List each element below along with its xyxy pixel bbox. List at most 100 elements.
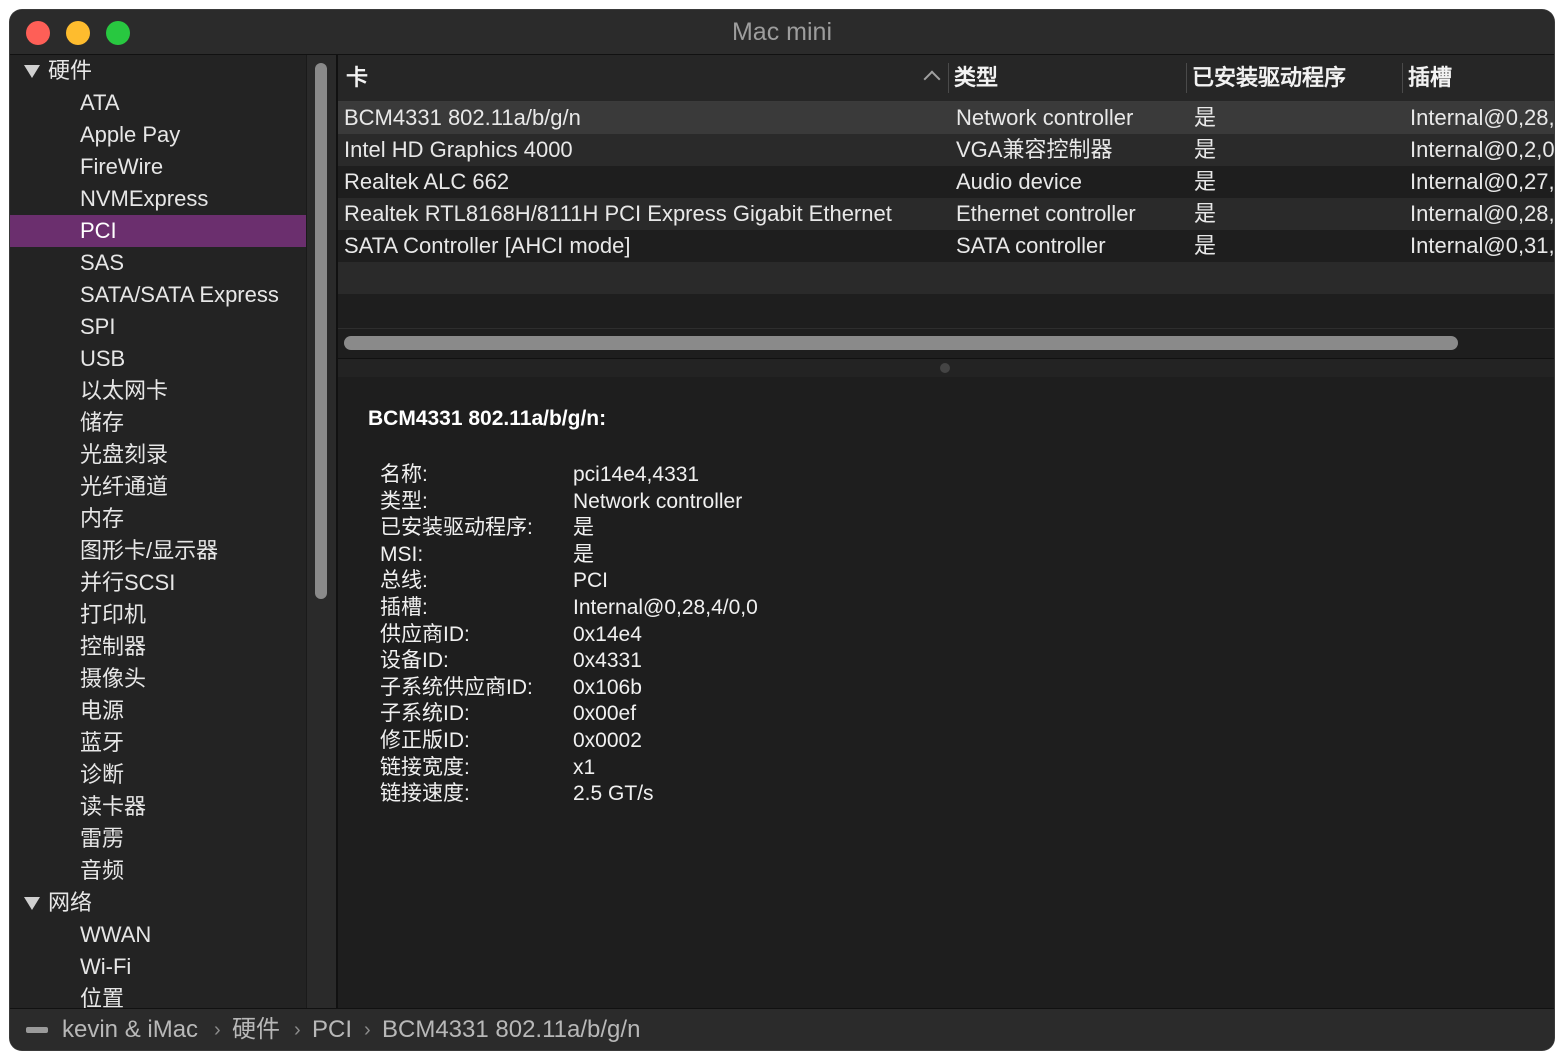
- sidebar-item[interactable]: USB: [10, 343, 306, 375]
- sidebar-item-label: SATA/SATA Express: [80, 282, 279, 307]
- detail-field-key: 链接宽度:: [380, 755, 470, 779]
- sidebar-item[interactable]: 位置: [10, 983, 306, 1008]
- sidebar-item-label: 摄像头: [80, 666, 147, 691]
- sidebar-item-label: SPI: [80, 314, 116, 339]
- detail-pane: BCM4331 802.11a/b/g/n: 名称: pci14e4,4331 类型…: [338, 377, 1554, 1008]
- sidebar-item[interactable]: 蓝牙: [10, 727, 306, 759]
- sidebar-item-label: ATA: [80, 90, 120, 115]
- breadcrumb-separator-icon: ›: [364, 1019, 371, 1041]
- breadcrumb-separator-icon: ›: [214, 1019, 221, 1041]
- detail-field: 子系统ID: 0x00ef: [380, 701, 1080, 727]
- path-bar: kevin & iMac › 硬件 › PCI › BCM4331 802.11…: [10, 1008, 1554, 1050]
- column-header-slot[interactable]: 插槽: [1408, 55, 1452, 101]
- detail-field: 修正版ID: 0x0002: [380, 728, 1080, 754]
- breadcrumb-computer[interactable]: kevin & iMac: [62, 1009, 198, 1050]
- sidebar-item[interactable]: FireWire: [10, 151, 306, 183]
- detail-field-key: 链接速度:: [380, 782, 470, 806]
- cell-card: BCM4331 802.11a/b/g/n: [344, 105, 581, 130]
- sidebar-item[interactable]: 光盘刻录: [10, 439, 306, 471]
- detail-field-value: 0x14e4: [573, 622, 642, 646]
- sidebar-item[interactable]: Wi-Fi: [10, 951, 306, 983]
- sidebar-item[interactable]: 诊断: [10, 759, 306, 791]
- sidebar-item[interactable]: 以太网卡: [10, 375, 306, 407]
- sidebar-item[interactable]: ATA: [10, 87, 306, 119]
- cell-slot: Internal@0,2,0: [1410, 137, 1554, 162]
- device-table: 卡 类型 已安装驱动程序 插槽 BCM4331 802.11a/b/g/n Net…: [338, 55, 1554, 325]
- disclosure-triangle-icon[interactable]: [24, 897, 40, 910]
- breadcrumb-pci[interactable]: PCI: [312, 1009, 352, 1050]
- breadcrumb-hardware[interactable]: 硬件: [232, 1009, 280, 1050]
- sidebar: 硬件 ATA Apple Pay FireWire NVMExpress PCI SAS SA…: [10, 55, 306, 1008]
- detail-field-key: 名称:: [380, 463, 428, 486]
- sidebar-item-label: 以太网卡: [80, 378, 169, 403]
- column-divider[interactable]: [1402, 63, 1403, 93]
- detail-field-key: 总线:: [380, 569, 428, 593]
- detail-field: 链接宽度: x1: [380, 755, 1080, 781]
- sidebar-item[interactable]: 摄像头: [10, 663, 306, 695]
- sidebar-item-label: USB: [80, 346, 126, 371]
- sidebar-item[interactable]: 光纤通道: [10, 471, 306, 503]
- sidebar-item[interactable]: 音频: [10, 855, 306, 887]
- cell-card: Realtek ALC 662: [344, 169, 510, 194]
- sidebar-item[interactable]: 内存: [10, 503, 306, 535]
- sort-ascending-icon[interactable]: [923, 70, 941, 88]
- table-row[interactable]: Realtek ALC 662 Audio device 是 Internal@0,2…: [338, 166, 1554, 198]
- sidebar-item[interactable]: 读卡器: [10, 791, 306, 823]
- sidebar-item-label: 控制器: [80, 634, 147, 659]
- table-row[interactable]: Intel HD Graphics 4000 VGA兼容控制器 是 Internal@…: [338, 134, 1554, 166]
- sidebar-item[interactable]: 打印机: [10, 599, 306, 631]
- sidebar-scrollbar[interactable]: [306, 55, 337, 1008]
- table-horizontal-scrollbar[interactable]: [338, 328, 1554, 359]
- sidebar-item[interactable]: 并行SCSI: [10, 567, 306, 599]
- sidebar-item[interactable]: SATA/SATA Express: [10, 279, 306, 311]
- sidebar-item[interactable]: 控制器: [10, 631, 306, 663]
- sidebar-item[interactable]: 雷雳: [10, 823, 306, 855]
- detail-field-value: x1: [573, 755, 596, 779]
- table-row[interactable]: BCM4331 802.11a/b/g/n Network controller 是…: [338, 102, 1554, 134]
- sidebar-scroll-thumb[interactable]: [315, 63, 327, 599]
- column-divider[interactable]: [1186, 63, 1187, 93]
- sidebar-item-label: 雷雳: [80, 826, 125, 851]
- breadcrumb-device[interactable]: BCM4331 802.11a/b/g/n: [382, 1009, 640, 1050]
- column-header-card[interactable]: 卡: [346, 55, 368, 101]
- table-header: 卡 类型 已安装驱动程序 插槽: [338, 55, 1554, 102]
- cell-type: Ethernet controller: [956, 201, 1136, 226]
- table-row[interactable]: Realtek RTL8168H/8111H PCI Express Gigab…: [338, 198, 1554, 230]
- window-title: Mac mini: [731, 18, 832, 46]
- breadcrumb-separator-icon: ›: [294, 1019, 301, 1041]
- splitter-handle-icon[interactable]: [940, 363, 950, 373]
- sidebar-item[interactable]: SAS: [10, 247, 306, 279]
- detail-field-value: 0x106b: [573, 675, 642, 699]
- sidebar-item-label: NVMExpress: [80, 186, 209, 211]
- column-divider[interactable]: [948, 63, 949, 93]
- sidebar-group[interactable]: 网络: [10, 887, 306, 919]
- sidebar-item-label: SAS: [80, 250, 125, 275]
- cell-slot: Internal@0,28,4/0,0: [1410, 105, 1554, 130]
- sidebar-item[interactable]: 储存: [10, 407, 306, 439]
- detail-field: 插槽: Internal@0,28,4/0,0: [380, 595, 1080, 621]
- column-header-driver[interactable]: 已安装驱动程序: [1192, 55, 1346, 101]
- sidebar-item-label: 打印机: [80, 602, 147, 627]
- cell-driver: 是: [1194, 169, 1217, 194]
- detail-field-key: 设备ID:: [380, 649, 449, 673]
- sidebar-item-label: PCI: [80, 218, 117, 243]
- table-row[interactable]: SATA Controller [AHCI mode] SATA controll…: [338, 230, 1554, 262]
- sidebar-item[interactable]: SPI: [10, 311, 306, 343]
- pane-splitter[interactable]: [338, 358, 1554, 378]
- sidebar-item[interactable]: PCI: [10, 215, 306, 247]
- disclosure-triangle-icon[interactable]: [24, 65, 40, 78]
- sidebar-item[interactable]: NVMExpress: [10, 183, 306, 215]
- sidebar-item[interactable]: 图形卡/显示器: [10, 535, 306, 567]
- sidebar-item-label: 诊断: [80, 762, 125, 787]
- detail-field-value: 是: [573, 516, 594, 540]
- column-header-type[interactable]: 类型: [954, 55, 998, 101]
- table-scroll-thumb[interactable]: [344, 336, 1458, 350]
- sidebar-item[interactable]: 电源: [10, 695, 306, 727]
- detail-field-key: MSI:: [380, 542, 424, 566]
- detail-field-key: 子系统ID:: [380, 702, 470, 726]
- sidebar-item-label: 储存: [80, 410, 125, 435]
- title-bar: Mac mini: [10, 10, 1554, 55]
- sidebar-group[interactable]: 硬件: [10, 55, 306, 87]
- sidebar-item[interactable]: WWAN: [10, 919, 306, 951]
- sidebar-item[interactable]: Apple Pay: [10, 119, 306, 151]
